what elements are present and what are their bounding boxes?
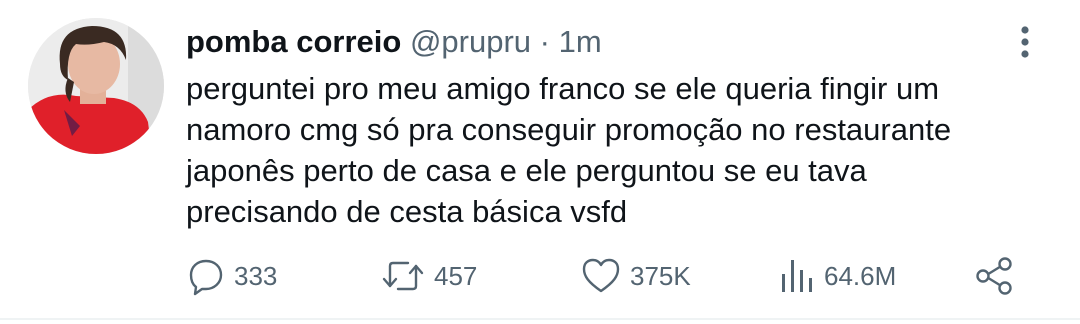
avatar[interactable] <box>28 18 164 154</box>
divider <box>0 318 1080 320</box>
avatar-photo <box>28 18 164 154</box>
tweet-text-line: precisando de cesta básica vsfd <box>186 194 628 229</box>
separator-dot: · <box>539 24 550 59</box>
tweet-text-line: japonês perto de casa e ele perguntou se… <box>186 153 867 188</box>
tweet-text: perguntei pro meu amigo franco se ele qu… <box>186 68 1046 232</box>
retweet-button[interactable]: 457 <box>380 252 477 300</box>
retweet-arrows-icon <box>382 261 424 291</box>
tweet-actions: 333 457 375K 64.6M <box>0 252 1080 302</box>
display-name[interactable]: pomba correio <box>186 24 401 59</box>
like-button[interactable]: 375K <box>580 252 691 300</box>
views-button[interactable]: 64.6M <box>778 252 896 300</box>
share-nodes-icon <box>976 257 1012 295</box>
like-count: 375K <box>630 260 691 291</box>
bar-chart-icon <box>782 260 812 292</box>
reply-count: 333 <box>234 260 278 291</box>
views-count: 64.6M <box>824 260 897 291</box>
more-options-button[interactable] <box>1008 22 1042 62</box>
tweet-header: pomba correio @prupru · 1m <box>186 22 602 62</box>
heart-icon <box>582 258 620 293</box>
reply-button[interactable]: 333 <box>186 252 277 300</box>
tweet-text-line: namoro cmg só pra conseguir promoção no … <box>186 112 952 147</box>
retweet-count: 457 <box>434 260 478 291</box>
vertical-ellipsis-icon <box>1021 26 1029 58</box>
share-button[interactable] <box>972 252 1016 300</box>
username-handle[interactable]: @prupru <box>410 24 531 59</box>
tweet-text-line: perguntei pro meu amigo franco se ele qu… <box>186 71 940 106</box>
speech-bubble-icon <box>189 259 223 296</box>
timestamp[interactable]: 1m <box>559 24 602 59</box>
